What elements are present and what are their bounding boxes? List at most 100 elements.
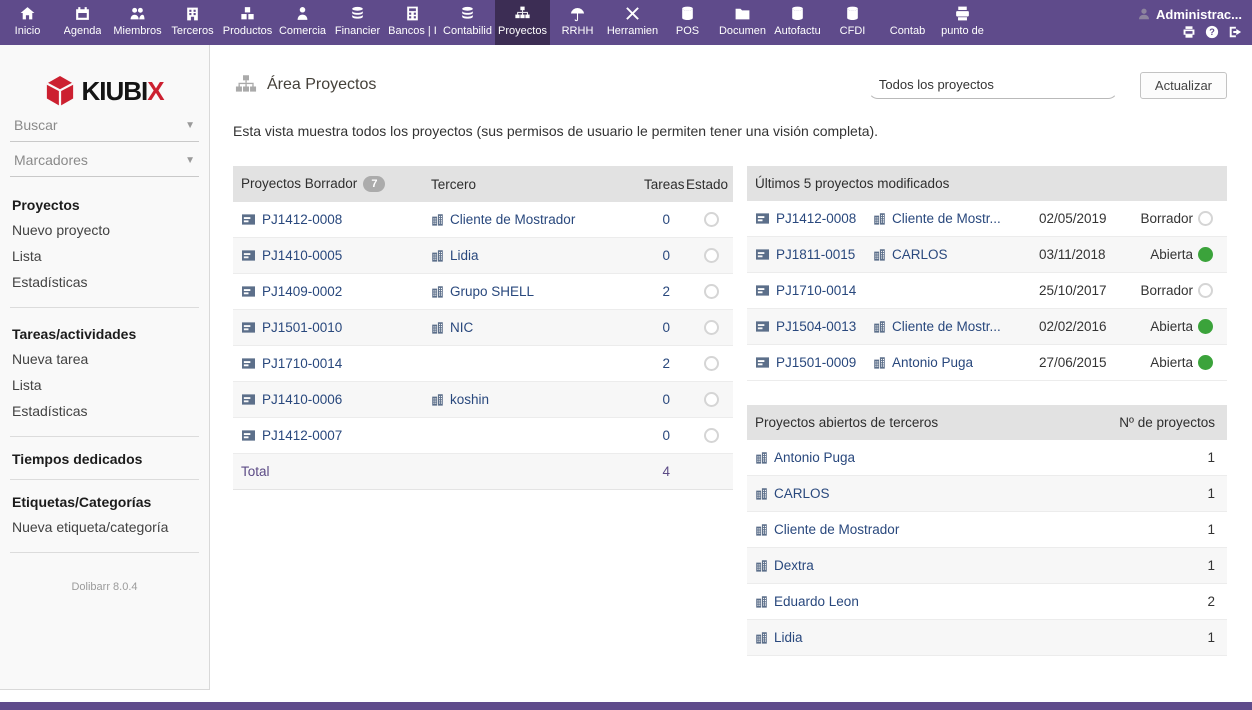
project-filter-select[interactable]: Todos los proyectos <box>868 71 1118 99</box>
menu-label: Inicio <box>15 25 41 37</box>
thirdparty-link[interactable]: Lidia <box>774 630 803 645</box>
tasks-count-link[interactable]: 0 <box>662 428 670 443</box>
umbrella-icon <box>569 5 586 22</box>
table-row: PJ1410-0005 Lidia 0 <box>233 238 733 274</box>
company-icon <box>431 285 444 298</box>
logout-icon[interactable] <box>1228 25 1242 39</box>
sitemap-icon <box>514 5 531 22</box>
company-icon <box>755 487 768 500</box>
project-ref-link[interactable]: PJ1410-0006 <box>262 392 342 407</box>
status-draft-icon <box>704 320 719 335</box>
print-icon[interactable] <box>1182 25 1196 39</box>
sidebar-item-nueva-tarea[interactable]: Nueva tarea <box>12 346 209 372</box>
user-menu[interactable]: Administrac... <box>1137 7 1242 22</box>
sidebar-item-nueva-etiqueta[interactable]: Nueva etiqueta/categoría <box>12 514 209 540</box>
menu-label: Financier <box>335 25 380 37</box>
table-header-row: Últimos 5 proyectos modificados <box>747 166 1227 201</box>
menu-item-punto-de-venta[interactable]: punto de <box>935 0 990 45</box>
menu-label: Herramien <box>607 25 658 37</box>
open-projects-table: Proyectos abiertos de terceros Nº de pro… <box>747 405 1227 656</box>
modified-date: 02/02/2016 <box>1031 309 1131 345</box>
thirdparty-link[interactable]: Antonio Puga <box>774 450 855 465</box>
menu-item-pos[interactable]: POS <box>660 0 715 45</box>
project-ref-link[interactable]: PJ1412-0008 <box>776 211 856 226</box>
thirdparty-link[interactable]: Cliente de Mostrador <box>774 522 899 537</box>
project-ref-link[interactable]: PJ1412-0008 <box>262 212 342 227</box>
project-ref-link[interactable]: PJ1501-0010 <box>262 320 342 335</box>
menu-item-herramientas[interactable]: Herramien <box>605 0 660 45</box>
tasks-count-link[interactable]: 2 <box>662 284 670 299</box>
menu-item-bancos[interactable]: Bancos | I <box>385 0 440 45</box>
thirdparty-link[interactable]: Cliente de Mostr... <box>892 211 1001 226</box>
bookmarks-dropdown-label: Marcadores <box>14 152 88 168</box>
sidebar-item-tiempos-dedicados[interactable]: Tiempos dedicados <box>12 445 209 471</box>
database-icon <box>844 5 861 22</box>
status-label: Borrador <box>1140 283 1193 298</box>
thirdparty-link[interactable]: Lidia <box>450 248 479 263</box>
sidebar-item-estadisticas-tareas[interactable]: Estadísticas <box>12 398 209 424</box>
thirdparty-link[interactable]: koshin <box>450 392 489 407</box>
project-count: 1 <box>1097 476 1227 512</box>
refresh-button[interactable]: Actualizar <box>1140 72 1227 99</box>
menu-item-productos[interactable]: Productos <box>220 0 275 45</box>
menu-item-proyectos[interactable]: Proyectos <box>495 0 550 45</box>
sidebar-item-estadisticas-proyectos[interactable]: Estadísticas <box>12 269 209 295</box>
search-dropdown[interactable]: Buscar ▼ <box>10 107 199 142</box>
project-ref-link[interactable]: PJ1710-0014 <box>262 356 342 371</box>
project-ref-link[interactable]: PJ1410-0005 <box>262 248 342 263</box>
project-ref-link[interactable]: PJ1501-0009 <box>776 355 856 370</box>
menu-item-contab[interactable]: Contab <box>880 0 935 45</box>
thirdparty-link[interactable]: NIC <box>450 320 473 335</box>
company-icon <box>431 213 444 226</box>
menu-label: Bancos | I <box>388 25 437 37</box>
database-icon <box>679 5 696 22</box>
thirdparty-link[interactable]: CARLOS <box>774 486 830 501</box>
menu-item-miembros[interactable]: Miembros <box>110 0 165 45</box>
modified-date: 03/11/2018 <box>1031 237 1131 273</box>
menu-item-documentos[interactable]: Documen <box>715 0 770 45</box>
tasks-count-link[interactable]: 0 <box>662 392 670 407</box>
tasks-count-link[interactable]: 0 <box>662 212 670 227</box>
menu-item-cfdi[interactable]: CFDI <box>825 0 880 45</box>
header-controls: Todos los proyectos Actualizar <box>868 71 1227 99</box>
search-dropdown-label: Buscar <box>14 117 58 133</box>
sidebar-item-nuevo-proyecto[interactable]: Nuevo proyecto <box>12 217 209 243</box>
menu-item-comercial[interactable]: Comercia <box>275 0 330 45</box>
menu-label: Autofactu <box>774 25 820 37</box>
bookmarks-dropdown[interactable]: Marcadores ▼ <box>10 142 199 177</box>
sidebar-item-lista-proyectos[interactable]: Lista <box>12 243 209 269</box>
thirdparty-link[interactable]: Grupo SHELL <box>450 284 534 299</box>
cashregister-icon <box>954 5 971 22</box>
thirdparty-link[interactable]: Cliente de Mostr... <box>892 319 1001 334</box>
menu-item-rrhh[interactable]: RRHH <box>550 0 605 45</box>
menu-item-inicio[interactable]: Inicio <box>0 0 55 45</box>
company-icon <box>873 356 886 369</box>
thirdparty-link[interactable]: CARLOS <box>892 247 948 262</box>
user-icon <box>1137 7 1151 21</box>
help-icon[interactable] <box>1205 25 1219 39</box>
project-ref-link[interactable]: PJ1409-0002 <box>262 284 342 299</box>
tasks-count-link[interactable]: 0 <box>662 248 670 263</box>
project-ref-link[interactable]: PJ1710-0014 <box>776 283 856 298</box>
thirdparty-link[interactable]: Cliente de Mostrador <box>450 212 575 227</box>
project-ref-link[interactable]: PJ1504-0013 <box>776 319 856 334</box>
menu-item-agenda[interactable]: Agenda <box>55 0 110 45</box>
table-row: PJ1811-0015 CARLOS 03/11/2018 Abierta <box>747 237 1227 273</box>
tasks-count-link[interactable]: 2 <box>662 356 670 371</box>
section-title: Etiquetas/Categorías <box>12 488 209 514</box>
thirdparty-link[interactable]: Antonio Puga <box>892 355 973 370</box>
sidebar-item-lista-tareas[interactable]: Lista <box>12 372 209 398</box>
menu-item-autofactura[interactable]: Autofactu <box>770 0 825 45</box>
tools-icon <box>624 5 641 22</box>
thirdparty-link[interactable]: Dextra <box>774 558 814 573</box>
thirdparty-link[interactable]: Eduardo Leon <box>774 594 859 609</box>
project-ref-link[interactable]: PJ1412-0007 <box>262 428 342 443</box>
menu-label: Miembros <box>113 25 161 37</box>
project-ref-link[interactable]: PJ1811-0015 <box>776 247 855 262</box>
menu-item-terceros[interactable]: Terceros <box>165 0 220 45</box>
menu-item-contabilidad[interactable]: Contabilid <box>440 0 495 45</box>
main-content: Área Proyectos Todos los proyectos Actua… <box>210 45 1252 710</box>
tasks-count-link[interactable]: 0 <box>662 320 670 335</box>
menu-item-financiera[interactable]: Financier <box>330 0 385 45</box>
home-icon <box>19 5 36 22</box>
